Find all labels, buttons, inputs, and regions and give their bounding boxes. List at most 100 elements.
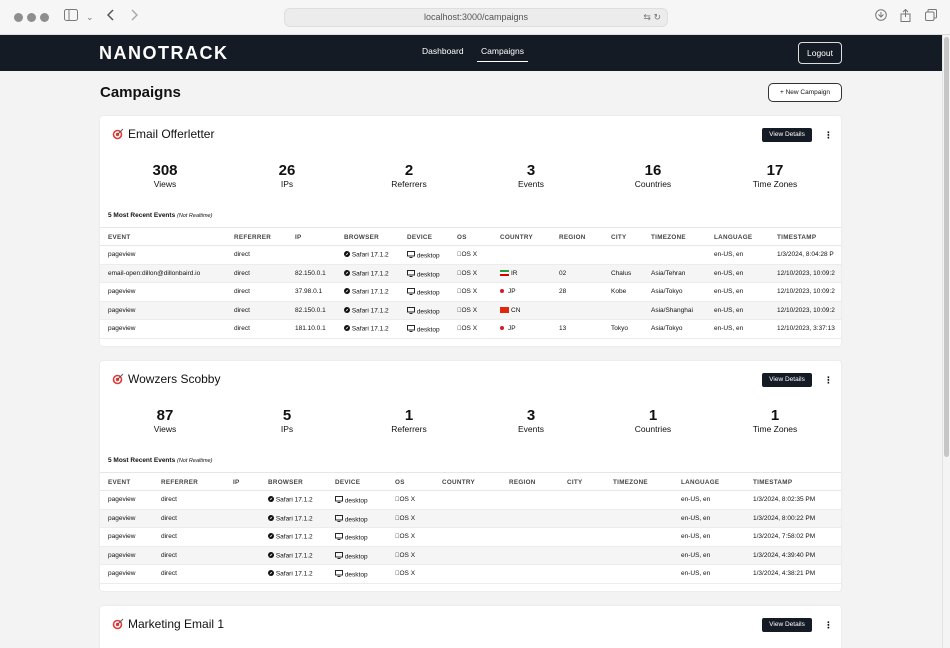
scrollbar-thumb[interactable] — [944, 37, 949, 457]
cell-event: pageview — [108, 251, 135, 258]
column-header-timestamp[interactable]: TIMESTAMP — [777, 234, 816, 241]
column-header-ip[interactable]: IP — [233, 479, 240, 486]
table-row[interactable]: pageview direct Safari 17.1.2 desktop OS … — [100, 528, 841, 547]
cell-text: Safari 17.1.2 — [351, 270, 389, 277]
column-header-language[interactable]: LANGUAGE — [681, 479, 719, 486]
column-header-device[interactable]: DEVICE — [335, 479, 360, 486]
desktop-icon — [335, 496, 343, 505]
stat-events: 3 Events — [471, 407, 591, 435]
app-navbar: NANOTRACK Dashboard Campaigns Logout — [0, 35, 942, 71]
column-header-timezone[interactable]: TIMEZONE — [651, 234, 686, 241]
cell-device: desktop — [407, 251, 440, 260]
view-details-button[interactable]: View Details — [762, 373, 812, 387]
cell-timezone: Asia/Tokyo — [651, 288, 682, 295]
cell-event: pageview — [108, 533, 135, 540]
cell-text: Safari 17.1.2 — [351, 251, 389, 259]
table-row[interactable]: email-open:dillon@dillonbaird.io direct 82… — [100, 264, 841, 283]
new-campaign-button[interactable]: + New Campaign — [768, 83, 842, 102]
close-window-icon[interactable] — [14, 13, 23, 22]
cell-text: OS X — [457, 251, 478, 258]
logout-button[interactable]: Logout — [798, 42, 842, 64]
kebab-menu-icon[interactable]: ⋮ — [824, 373, 833, 387]
column-header-region[interactable]: REGION — [559, 234, 586, 241]
safari-icon — [344, 306, 350, 314]
column-header-region[interactable]: REGION — [509, 479, 536, 486]
cell-country: CN — [500, 306, 520, 314]
safari-icon — [268, 533, 274, 541]
column-header-browser[interactable]: BROWSER — [344, 234, 379, 241]
stat-value: 1 — [648, 407, 658, 424]
column-header-os[interactable]: OS — [395, 479, 405, 486]
cell-os: OS X — [457, 288, 477, 295]
nav-dashboard-link[interactable]: Dashboard — [422, 46, 464, 56]
table-row[interactable]: pageview direct Safari 17.1.2 desktop OS … — [100, 491, 841, 510]
cell-text: 12/10/2023, 10:09:2 — [777, 269, 835, 277]
column-header-referrer[interactable]: REFERRER — [161, 479, 198, 486]
table-row[interactable]: pageview direct 181.10.0.1 Safari 17.1.2 d… — [100, 320, 841, 339]
column-header-ip[interactable]: IP — [295, 234, 302, 241]
cell-text: desktop — [344, 497, 368, 505]
cell-text: OS X — [395, 570, 416, 577]
column-header-city[interactable]: CITY — [611, 234, 627, 241]
cell-language: en-US, en — [714, 307, 743, 314]
cell-timezone: Asia/Shanghai — [651, 307, 693, 314]
page-scrollbar[interactable] — [942, 35, 950, 648]
kebab-menu-icon[interactable]: ⋮ — [824, 618, 833, 632]
cell-referrer: direct — [161, 570, 177, 577]
cell-timestamp: 1/3/2024, 8:04:28 P — [777, 251, 834, 258]
nav-campaigns-link[interactable]: Campaigns — [477, 46, 528, 62]
column-header-language[interactable]: LANGUAGE — [714, 234, 752, 241]
campaign-title: Email Offerletter — [112, 127, 214, 141]
stat-views: 87 Views — [105, 407, 225, 435]
kebab-menu-icon[interactable]: ⋮ — [824, 128, 833, 142]
column-header-city[interactable]: CITY — [567, 479, 583, 486]
cell-text: Safari 17.1.2 — [275, 570, 313, 578]
cell-text: desktop — [344, 553, 368, 560]
sidebar-icon[interactable] — [64, 9, 78, 25]
nanotrack-logo[interactable]: NANOTRACK — [99, 43, 229, 64]
stat-value: 1 — [404, 407, 414, 424]
tabs-icon[interactable] — [925, 9, 937, 25]
events-table-header: EVENT REFERRER IP BROWSER DEVICE OS COUNTRY REG… — [100, 227, 841, 246]
table-row[interactable]: pageview direct Safari 17.1.2 desktop OS … — [100, 509, 841, 528]
column-header-country[interactable]: COUNTRY — [442, 479, 475, 486]
back-arrow-icon[interactable] — [106, 9, 115, 25]
column-header-os[interactable]: OS — [457, 234, 467, 241]
table-row[interactable]: pageview direct 37.98.0.1 Safari 17.1.2 de… — [100, 283, 841, 302]
column-header-country[interactable]: COUNTRY — [500, 234, 533, 241]
column-header-browser[interactable]: BROWSER — [268, 479, 303, 486]
safari-icon — [344, 251, 350, 259]
column-header-device[interactable]: DEVICE — [407, 234, 432, 241]
desktop-icon — [407, 269, 415, 278]
stat-label: Views — [153, 179, 177, 189]
column-header-event[interactable]: EVENT — [108, 234, 131, 241]
chevron-down-icon[interactable]: ⌄ — [86, 9, 94, 25]
table-row[interactable]: pageview direct Safari 17.1.2 desktop OS … — [100, 565, 841, 584]
cell-event: pageview — [108, 552, 135, 559]
download-icon[interactable] — [875, 9, 887, 25]
desktop-icon — [407, 251, 415, 260]
cell-browser: Safari 17.1.2 — [268, 496, 313, 504]
cell-text: OS X — [395, 496, 416, 503]
share-icon[interactable] — [900, 8, 911, 25]
table-row[interactable]: pageview direct 82.150.0.1 Safari 17.1.2 d… — [100, 301, 841, 320]
cell-browser: Safari 17.1.2 — [344, 269, 389, 277]
column-header-timestamp[interactable]: TIMESTAMP — [753, 479, 792, 486]
cell-text: pageview — [108, 533, 136, 540]
cell-text: en-US, en — [714, 306, 744, 314]
minimize-window-icon[interactable] — [27, 13, 36, 22]
view-details-button[interactable]: View Details — [762, 128, 812, 142]
column-header-referrer[interactable]: REFERRER — [234, 234, 271, 241]
cell-text: Asia/Shanghai — [651, 306, 693, 314]
maximize-window-icon[interactable] — [40, 13, 49, 22]
view-details-button[interactable]: View Details — [762, 618, 812, 632]
column-header-timezone[interactable]: TIMEZONE — [613, 479, 648, 486]
forward-arrow-icon[interactable] — [130, 9, 139, 25]
translate-reload-icon[interactable]: ⇆ ↻ — [643, 9, 661, 26]
stat-referrers: 2 Referrers — [349, 162, 469, 190]
table-row[interactable]: pageview direct Safari 17.1.2 desktop OS … — [100, 546, 841, 565]
table-row[interactable]: pageview direct Safari 17.1.2 desktop OS … — [100, 246, 841, 265]
cell-text: direct — [234, 288, 250, 295]
address-bar[interactable]: localhost:3000/campaigns ⇆ ↻ — [284, 8, 668, 27]
column-header-event[interactable]: EVENT — [108, 479, 131, 486]
